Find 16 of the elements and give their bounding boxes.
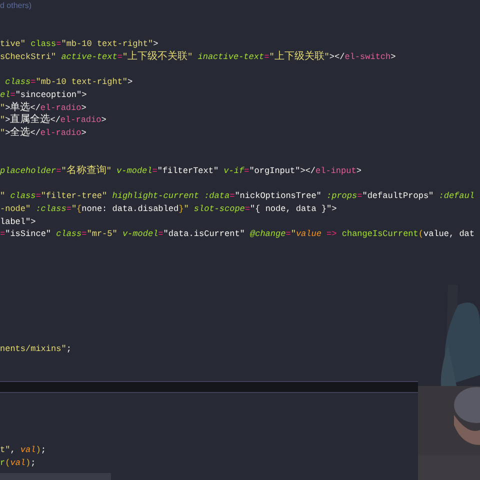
code-line: sCheckStri" active-text="上下级不关联" inactive-text="上下级关联"></el-switch> [0,50,396,64]
code-line: nents/mixins"; [0,342,72,356]
code-line: r(val); [0,456,36,470]
code-line: placeholder="名称查询" v-model="filterText" v-if="orgInput"></el-input> [0,164,362,178]
code-line: label"> [0,216,36,228]
code-line: ">直属全选</el-radio> [0,114,106,126]
code-line: ">全选</el-radio> [0,126,86,140]
code-line: ">单选</el-radio> [0,102,86,114]
code-line: tive" class="mb-10 text-right"> [0,38,158,50]
code-line: " class="filter-tree" highlight-current :data="nickOptionsTree" :props="defaultProps" :defaul [0,190,474,203]
code-line: t", val); [0,444,46,457]
code-line: -node" :class="{none: data.disabled}" slot-scope="{ node, data }"> [0,203,337,216]
code-line: el="sinceoption"> [0,88,87,102]
code-line: ="isSince" class="mr-5" v-model="data.isCurrent" @change="value => changeIsCurrent(value, dat [0,228,475,242]
code-line: class="mb-10 text-right"> [4,76,133,89]
code-line: d others) [0,0,32,12]
